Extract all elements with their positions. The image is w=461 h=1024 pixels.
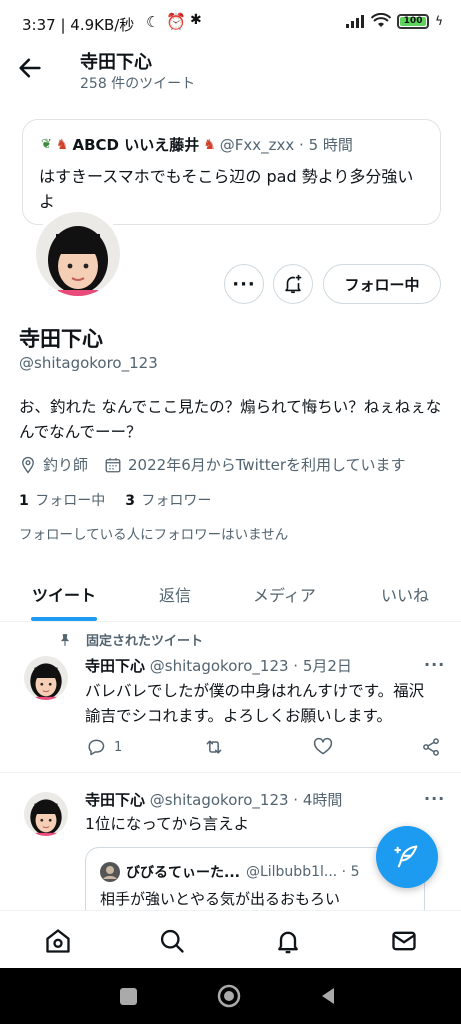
quoted-author-name: びびるてぃーた... xyxy=(126,865,240,881)
tweet-author-meta: @shitagokoro_123 · 5月2日 xyxy=(149,657,352,675)
notification-subscribe-button[interactable] xyxy=(273,264,313,304)
profile-meta: 釣り師 2022年6月からTwitterを利用しています xyxy=(19,454,406,475)
bottom-nav xyxy=(0,910,461,968)
following-button[interactable]: フォロー中 xyxy=(323,264,441,304)
profile-location-text: 釣り師 xyxy=(43,456,89,474)
more-options-button[interactable]: ··· xyxy=(224,264,264,304)
status-right: 100 ϟ xyxy=(345,13,443,29)
profile-avatar[interactable] xyxy=(32,208,124,300)
profile-location: 釣り師 xyxy=(19,454,88,475)
rooster-emoji-icon: ♞ xyxy=(55,136,69,153)
notifications-icon[interactable] xyxy=(274,927,302,955)
home-icon[interactable] xyxy=(44,927,72,955)
profile-tabs: ツイート 返信 メディア いいね xyxy=(0,566,461,622)
reply-count: 1 xyxy=(114,739,123,755)
quoted-author-meta: @Lilbubb1l... · 5 xyxy=(245,864,360,880)
tweet-avatar[interactable] xyxy=(24,656,68,700)
tweet-header: 寺田下心 @shitagokoro_123 · 5月2日 xyxy=(85,655,352,676)
tweet-avatar[interactable] xyxy=(24,792,68,836)
pinned-indicator: 固定されたツイート xyxy=(58,630,203,649)
feather-compose-icon xyxy=(394,845,418,868)
reply-button[interactable]: 1 xyxy=(86,737,122,757)
header-tweet-count: 258 件のツイート xyxy=(80,76,196,92)
messages-icon[interactable] xyxy=(390,927,418,955)
following-link[interactable]: 1 フォロー中 xyxy=(19,490,105,510)
recents-icon[interactable] xyxy=(120,988,137,1005)
location-pin-icon xyxy=(22,456,34,474)
tweet-more-button[interactable]: ··· xyxy=(424,789,445,808)
profile-handle: @shitagokoro_123 xyxy=(19,354,158,372)
compose-tweet-button[interactable] xyxy=(376,826,438,888)
tweet-divider xyxy=(0,772,461,773)
heart-icon xyxy=(313,737,333,755)
tweet-author-meta: @shitagokoro_123 · 4時間 xyxy=(149,791,343,809)
alarm-icon: ⏰ xyxy=(166,12,186,31)
tweet-text: 1位になってから言えよ xyxy=(85,815,250,833)
wifi-icon xyxy=(371,13,392,27)
profile-bio: お、釣れた なんでここ見たの？煽られて悔ちい？ねぇねぇなんでなんでーー？ xyxy=(19,398,442,441)
status-time: 3:37 | 4.9KB/秒 xyxy=(22,16,135,34)
system-nav-bar xyxy=(0,968,461,1024)
battery-icon: 100 xyxy=(397,13,430,29)
tweet-author-name[interactable]: 寺田下心 xyxy=(85,791,145,809)
tab-media[interactable]: メディア xyxy=(253,582,316,606)
pin-icon xyxy=(60,633,70,646)
profile-joined: 2022年6月からTwitterを利用しています xyxy=(104,454,406,475)
like-button[interactable] xyxy=(313,737,333,757)
app-notification-icon: ✱ xyxy=(190,12,202,28)
calendar-icon xyxy=(105,457,121,472)
signal-icon xyxy=(346,15,365,28)
search-icon[interactable] xyxy=(158,927,186,955)
moon-icon: ☾ xyxy=(146,13,160,31)
leaf-emoji-icon: ❦ xyxy=(41,137,52,152)
profile-name: 寺田下心 xyxy=(19,327,103,351)
mutual-followers-note: フォローしている人にフォロワーはいません xyxy=(19,527,289,543)
tab-active-indicator xyxy=(31,617,97,621)
follow-stats: 1 フォロー中 3 フォロワー xyxy=(19,490,211,510)
tweet-more-button[interactable]: ··· xyxy=(424,655,445,674)
banner-header: ❦ ♞ ABCD いいえ藤井 ♞ @Fxx_zxx · 5 時間 xyxy=(41,134,353,155)
quoted-tweet-header: びびるてぃーた... @Lilbubb1l... · 5 xyxy=(100,862,360,882)
retweet-icon xyxy=(206,740,222,754)
back-arrow-icon[interactable] xyxy=(16,54,44,82)
tab-replies[interactable]: 返信 xyxy=(159,582,191,606)
followers-link[interactable]: 3 フォロワー xyxy=(125,490,211,510)
quoted-avatar xyxy=(100,862,120,882)
tab-likes[interactable]: いいね xyxy=(381,582,429,606)
reply-icon xyxy=(88,739,105,756)
banner-author-name: ABCD いいえ藤井 xyxy=(72,136,200,154)
tweet-author-name[interactable]: 寺田下心 xyxy=(85,657,145,675)
banner-author-meta: @Fxx_zxx · 5 時間 xyxy=(219,136,353,154)
share-button[interactable] xyxy=(421,737,441,757)
retweet-button[interactable] xyxy=(203,737,225,757)
back-system-icon[interactable] xyxy=(318,986,338,1006)
profile-joined-text: 2022年6月からTwitterを利用しています xyxy=(128,456,406,474)
home-system-icon[interactable] xyxy=(217,984,241,1008)
rooster-emoji-icon: ♞ xyxy=(203,136,216,153)
tweet-header: 寺田下心 @shitagokoro_123 · 4時間 xyxy=(85,789,342,810)
quoted-tweet-text: 相手が強いとやる気が出るおもろい xyxy=(100,890,341,908)
tab-tweets[interactable]: ツイート xyxy=(32,582,96,606)
more-dots-icon: ··· xyxy=(232,273,256,295)
status-bar: 3:37 | 4.9KB/秒 ☾ ⏰ ✱ 100 ϟ xyxy=(0,0,461,46)
share-icon xyxy=(423,738,439,756)
header-title: 寺田下心 xyxy=(80,52,152,73)
bell-plus-icon xyxy=(285,274,302,294)
tweet-text: バレバレでしたが僕の中身はれんすけです。福沢諭吉でシコれます。よろしくお願いしま… xyxy=(85,682,425,725)
banner-text: はすきースマホでもそこら辺の pad 勢より多分強いよ xyxy=(39,167,414,211)
charging-icon: ϟ xyxy=(435,14,443,28)
